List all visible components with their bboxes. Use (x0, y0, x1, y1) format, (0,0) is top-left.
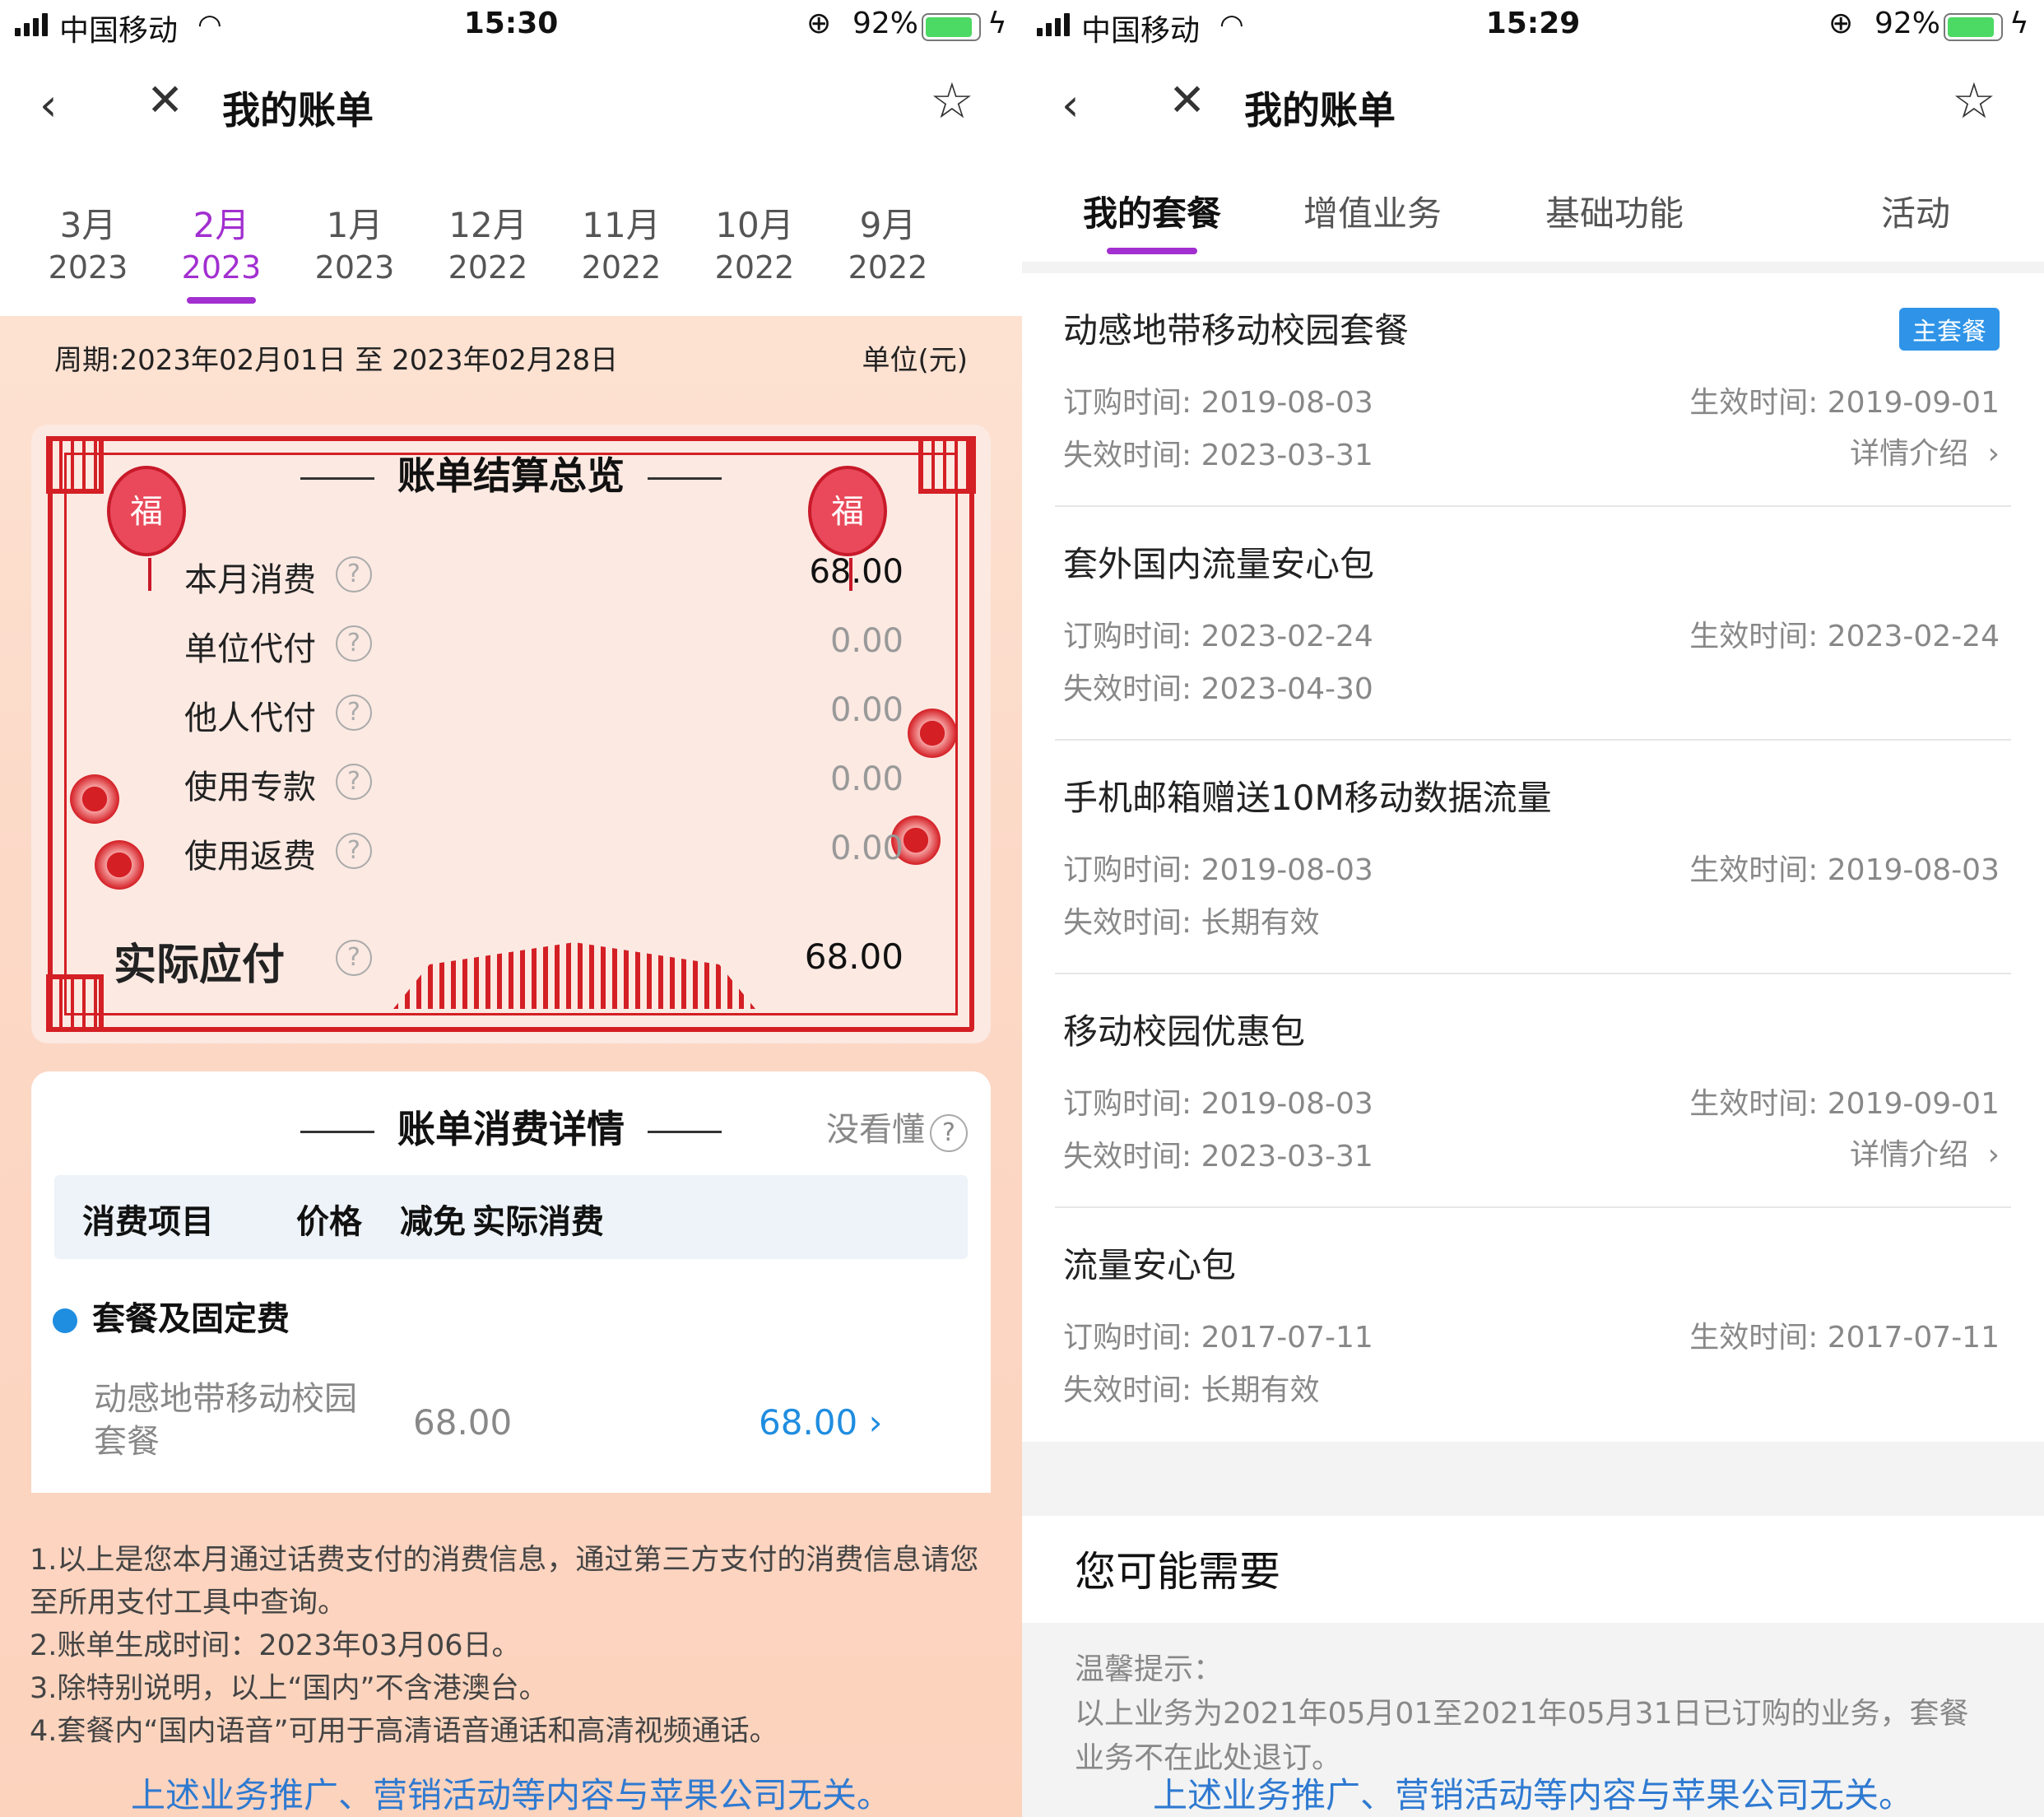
bill-detail-card: 账单消费详情 没看懂? 消费项目 价格 减免 实际消费 套餐及固定费 动感地带移… (31, 1071, 991, 1493)
back-icon[interactable]: ‹ (1061, 79, 1080, 131)
plan-item[interactable]: 动感地带移动校园套餐 主套餐 订购时间: 2019-08-03 生效时间: 20… (1055, 273, 2011, 507)
help-icon[interactable]: ? (336, 695, 372, 731)
flower-ornament (91, 836, 148, 894)
bill-overview-screen: 中国移动 ◠ 15:30 ⊕ 92% ϟ ‹ ✕ 我的账单 ☆ 3月 2023 2… (0, 0, 1022, 1817)
amount: 0.00 (829, 760, 904, 798)
final-amount: 68.00 (804, 936, 904, 977)
chevron-right-icon: › (1987, 1138, 2000, 1172)
month-tab[interactable]: 9月 2022 (826, 198, 950, 286)
item-actual-link[interactable]: 68.00 › (759, 1402, 882, 1443)
battery-percent: 92% (852, 7, 919, 40)
battery-icon (922, 13, 981, 41)
item-name: 动感地带移动校园套餐 (94, 1380, 357, 1461)
billing-period: 周期:2023年02月01日 至 2023年02月28日 (54, 344, 619, 377)
my-plans-screen: 中国移动 ◠ 15:29 ⊕ 92% ϟ ‹ ✕ 我的账单 ☆ 我的套餐 增值业… (1022, 0, 2044, 1817)
month-tab[interactable]: 3月 2023 (26, 198, 150, 286)
summary-row: 单位代付? 0.00 (184, 622, 904, 668)
charging-icon: ϟ (987, 7, 1007, 40)
status-bar: 中国移动 ◠ 15:29 ⊕ 92% ϟ (1022, 0, 2044, 54)
page-title: 我的账单 (222, 88, 374, 132)
rotation-lock-icon: ⊕ (1828, 7, 1854, 40)
category-tabs: 我的套餐 增值业务 基础功能 活动 (1022, 186, 2044, 260)
summary-row: 他人代付? 0.00 (184, 691, 904, 737)
nav-bar: ‹ ✕ 我的账单 ☆ (0, 63, 1022, 145)
month-tab[interactable]: 11月 2022 (560, 198, 683, 286)
help-icon[interactable]: ? (336, 940, 372, 976)
back-icon[interactable]: ‹ (39, 79, 58, 131)
amount: 0.00 (829, 622, 904, 660)
plan-item[interactable]: 套外国内流量安心包 订购时间: 2023-02-24 生效时间: 2023-02… (1055, 507, 2011, 741)
summary-row: 使用返费? 0.00 (184, 830, 904, 876)
month-tab[interactable]: 1月 2023 (293, 198, 416, 286)
favorite-star-icon[interactable]: ☆ (1952, 72, 1996, 130)
tab-activities[interactable]: 活动 (1881, 186, 1950, 236)
page-title: 我的账单 (1244, 88, 1396, 132)
section-heading: 套餐及固定费 (53, 1292, 290, 1340)
tab-basic-functions[interactable]: 基础功能 (1545, 186, 1684, 236)
amount: 0.00 (829, 691, 904, 729)
favorite-star-icon[interactable]: ☆ (930, 72, 974, 130)
plan-item[interactable]: 手机邮箱赠送10M移动数据流量 订购时间: 2019-08-03 生效时间: 2… (1055, 741, 2011, 974)
help-link[interactable]: 没看懂? (826, 1103, 968, 1152)
currency-unit: 单位(元) (862, 344, 968, 377)
bill-summary-card: 福 福 账单结算总览 本月消费? 68.00 单位代付? 0.00 他人代付? 0.0… (31, 425, 991, 1043)
amount: 0.00 (829, 830, 904, 867)
item-price: 68.00 (413, 1402, 513, 1443)
status-bar: 中国移动 ◠ 15:30 ⊕ 92% ϟ (0, 0, 1022, 54)
month-tab-active[interactable]: 2月 2023 (160, 198, 283, 304)
divider (1022, 262, 2044, 273)
plan-item[interactable]: 移动校园优惠包 订购时间: 2019-08-03 生效时间: 2019-09-0… (1055, 974, 2011, 1208)
close-icon[interactable]: ✕ (1168, 74, 1205, 126)
final-payable-row: 实际应付? 68.00 (114, 936, 904, 990)
battery-icon (1944, 13, 2003, 41)
battery-percent: 92% (1874, 7, 1941, 40)
chevron-right-icon: › (868, 1402, 883, 1443)
recommend-title: 您可能需要 (1075, 1548, 1280, 1596)
corner-ornament (46, 974, 104, 1032)
summary-row: 本月消费? 68.00 (184, 553, 904, 599)
disclaimer: 上述业务推广、营销活动等内容与苹果公司无关。 (130, 1775, 891, 1815)
section-gap (1022, 1442, 2044, 1516)
rotation-lock-icon: ⊕ (806, 7, 832, 40)
chevron-right-icon: › (1987, 437, 2000, 471)
month-selector: 3月 2023 2月 2023 1月 2023 12月 2022 11月 2022 10月… (0, 198, 1022, 313)
help-icon: ? (930, 1114, 968, 1152)
help-icon[interactable]: ? (336, 833, 372, 869)
help-icon[interactable]: ? (336, 556, 372, 592)
flower-ornament (66, 770, 123, 828)
main-plan-badge: 主套餐 (1899, 308, 2000, 351)
help-icon[interactable]: ? (336, 625, 372, 662)
tab-my-plans[interactable]: 我的套餐 (1083, 186, 1221, 254)
disclaimer: 上述业务推广、营销活动等内容与苹果公司无关。 (1152, 1775, 1913, 1815)
tab-value-added[interactable]: 增值业务 (1303, 186, 1442, 236)
plan-item[interactable]: 流量安心包 订购时间: 2017-07-11 生效时间: 2017-07-11 … (1055, 1208, 2011, 1442)
details-link[interactable]: 详情介绍 › (1850, 1131, 2000, 1173)
details-link[interactable]: 详情介绍 › (1850, 430, 2000, 472)
nav-bar: ‹ ✕ 我的账单 ☆ (1022, 63, 2044, 145)
summary-title: 账单结算总览 (31, 446, 991, 500)
bill-notes: 1.以上是您本月通过话费支付的消费信息，通过第三方支付的消费信息请您至所用支付工… (30, 1544, 979, 1748)
amount: 68.00 (809, 553, 904, 591)
month-tab[interactable]: 10月 2022 (693, 198, 816, 286)
month-tab[interactable]: 12月 2022 (426, 198, 550, 286)
charging-icon: ϟ (2009, 7, 2029, 40)
close-icon[interactable]: ✕ (146, 74, 183, 126)
table-header: 消费项目 价格 减免 实际消费 (54, 1175, 968, 1259)
summary-row: 使用专款? 0.00 (184, 760, 904, 806)
flower-ornament (904, 704, 961, 762)
tips-title: 温馨提示： (1075, 1652, 1224, 1686)
help-icon[interactable]: ? (336, 764, 372, 800)
